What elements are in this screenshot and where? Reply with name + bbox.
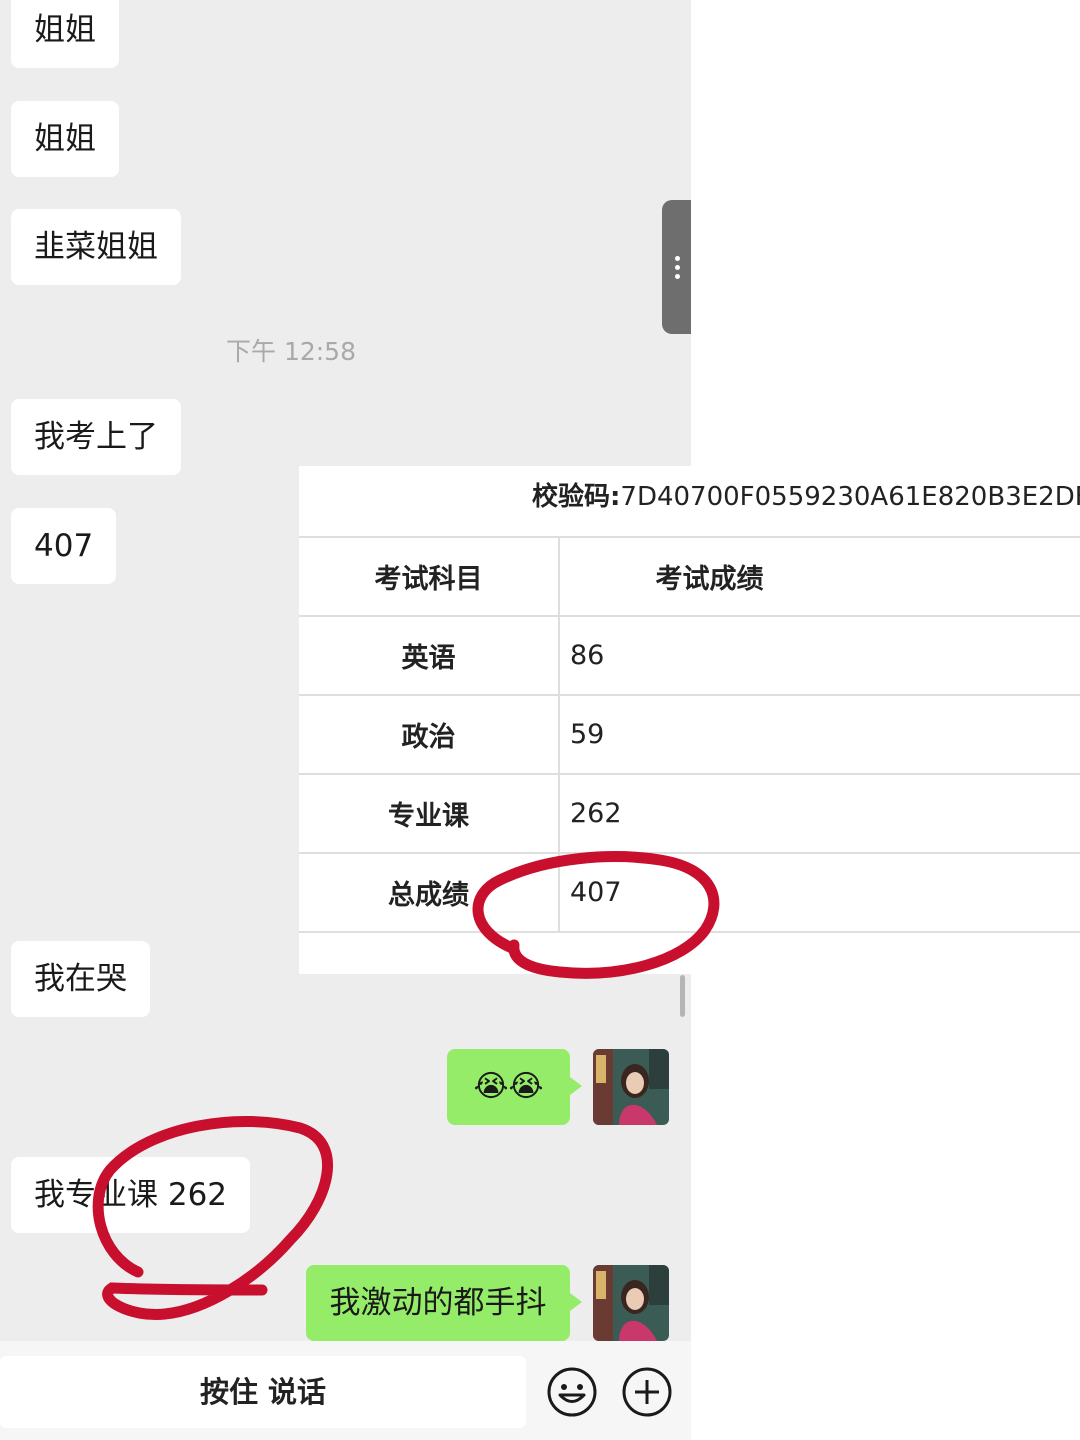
message-timestamp: 下午 12:58: [226, 337, 356, 366]
message-bubble-left[interactable]: 我考上了: [11, 399, 181, 475]
scrollbar[interactable]: [680, 975, 685, 1017]
message-bubble-left[interactable]: 407: [11, 508, 117, 584]
verify-code-label: 校验码:: [532, 482, 621, 512]
user-avatar[interactable]: [593, 1265, 669, 1341]
table-header-row: 考试科目 考试成绩: [299, 536, 1080, 617]
score-table: 考试科目 考试成绩 英语 86 政治 59 专业课 262 总成绩 407: [299, 536, 1080, 933]
side-drawer-handle[interactable]: [662, 200, 691, 334]
input-bar: 按住 说话: [0, 1341, 691, 1440]
subject-cell: 总成绩: [299, 852, 560, 933]
message-bubble-left[interactable]: 我在哭: [11, 941, 150, 1017]
emoji-icon[interactable]: [546, 1366, 598, 1418]
table-row: 专业课 262: [299, 773, 1080, 854]
table-row: 英语 86: [299, 615, 1080, 696]
message-bubble-left[interactable]: 韭菜姐姐: [11, 209, 181, 285]
verify-code-value: 7D40700F0559230A61E820B3E2DF9: [620, 482, 1080, 512]
score-cell: 86: [559, 615, 1080, 696]
score-cell: 262: [559, 773, 1080, 854]
subject-cell: 英语: [299, 615, 560, 696]
subject-cell: 专业课: [299, 773, 560, 854]
message-bubble-right-emoji[interactable]: 😭😭: [447, 1049, 582, 1125]
message-bubble-right[interactable]: 我激动的都手抖: [306, 1265, 582, 1341]
hold-to-talk-button[interactable]: 按住 说话: [0, 1356, 526, 1428]
verify-code-line: 校验码:7D40700F0559230A61E820B3E2DF9: [299, 466, 1080, 536]
subject-cell: 政治: [299, 694, 560, 775]
table-row: 政治 59: [299, 694, 1080, 775]
message-bubble-left[interactable]: 姐姐: [11, 101, 119, 177]
plus-icon[interactable]: [621, 1366, 673, 1418]
score-report-screenshot: 校验码:7D40700F0559230A61E820B3E2DF9 考试科目 考…: [299, 466, 1080, 974]
message-bubble-left[interactable]: 姐姐: [11, 0, 119, 68]
user-avatar[interactable]: [593, 1049, 669, 1125]
score-cell: 407: [559, 852, 1080, 933]
table-row: 总成绩 407: [299, 852, 1080, 933]
header-score: 考试成绩: [559, 536, 1080, 617]
header-subject: 考试科目: [299, 536, 560, 617]
score-cell: 59: [559, 694, 1080, 775]
message-bubble-left[interactable]: 我专业课 262: [11, 1157, 251, 1233]
